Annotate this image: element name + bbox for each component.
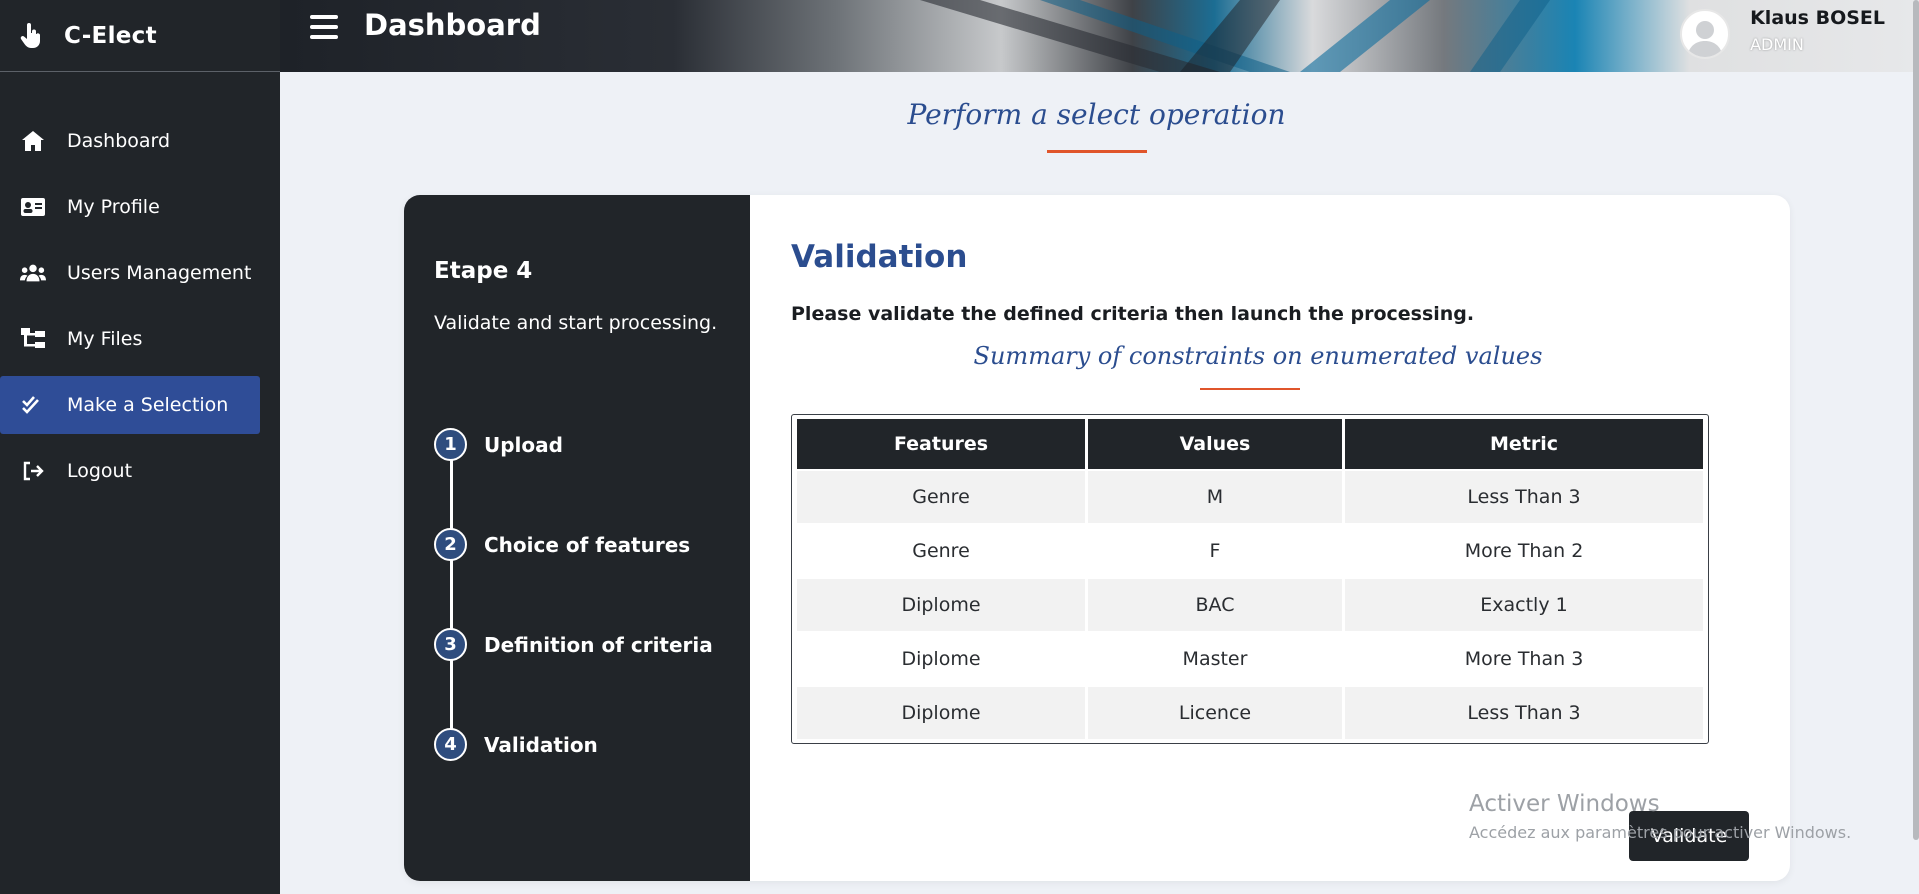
cell-feature: Genre	[797, 525, 1085, 577]
table-row: Genre F More Than 2	[797, 525, 1703, 577]
topbar: Dashboard Klaus BOSEL ADMIN	[280, 0, 1919, 72]
user-name: Klaus BOSEL	[1750, 7, 1885, 29]
id-card-icon	[20, 194, 46, 220]
sidebar-item-my-profile[interactable]: My Profile	[0, 178, 260, 236]
section-title: Validation	[791, 239, 968, 275]
heading-underline	[1047, 150, 1147, 153]
sidebar: C-Elect Dashboard My Profile Users Manag…	[0, 0, 280, 894]
column-header-features: Features	[797, 419, 1085, 469]
step-choice-of-features: 2 Choice of features	[434, 528, 690, 561]
cell-metric: Less Than 3	[1345, 687, 1703, 739]
validation-panel: Validation Please validate the defined c…	[750, 195, 1790, 881]
step-number: 1	[434, 428, 467, 461]
cell-metric: More Than 3	[1345, 633, 1703, 685]
constraints-table: Features Values Metric Genre M Less Than…	[791, 414, 1709, 744]
step-label: Definition of criteria	[484, 632, 713, 657]
wizard-card: Etape 4 Validate and start processing. 1…	[404, 195, 1790, 881]
step-description: Validate and start processing.	[434, 312, 718, 334]
table-header-row: Features Values Metric	[797, 419, 1703, 469]
sidebar-item-users-management[interactable]: Users Management	[0, 244, 260, 302]
cell-feature: Diplome	[797, 633, 1085, 685]
sidebar-item-my-files[interactable]: My Files	[0, 310, 260, 368]
sidebar-item-label: Logout	[67, 460, 133, 482]
step-label: Upload	[484, 432, 563, 457]
validate-button[interactable]: Validate	[1629, 811, 1749, 861]
users-icon	[20, 260, 46, 286]
step-number: 3	[434, 628, 467, 661]
sidebar-item-logout[interactable]: Logout	[0, 442, 260, 500]
cell-value: BAC	[1088, 579, 1342, 631]
steps-connector	[450, 445, 453, 745]
sitemap-icon	[20, 326, 46, 352]
steps-panel: Etape 4 Validate and start processing. 1…	[404, 195, 750, 881]
sidebar-item-dashboard[interactable]: Dashboard	[0, 112, 260, 170]
cell-feature: Diplome	[797, 579, 1085, 631]
user-role: ADMIN	[1750, 35, 1804, 54]
sidebar-item-label: Users Management	[67, 262, 252, 284]
step-definition-of-criteria: 3 Definition of criteria	[434, 628, 713, 661]
hamburger-menu-icon[interactable]	[308, 12, 340, 42]
operation-heading: Perform a select operation	[907, 98, 1286, 131]
cell-metric: Exactly 1	[1345, 579, 1703, 631]
sign-out-icon	[20, 458, 46, 484]
summary-underline	[1200, 388, 1300, 390]
table-row: Diplome BAC Exactly 1	[797, 579, 1703, 631]
scrollbar[interactable]	[1913, 0, 1919, 840]
hand-pointer-icon	[18, 22, 44, 49]
sidebar-item-label: My Files	[67, 328, 143, 350]
table-row: Genre M Less Than 3	[797, 471, 1703, 523]
step-indicator: Etape 4	[434, 258, 533, 284]
step-number: 4	[434, 728, 467, 761]
step-label: Validation	[484, 732, 598, 757]
cell-feature: Genre	[797, 471, 1085, 523]
column-header-metric: Metric	[1345, 419, 1703, 469]
step-validation: 4 Validation	[434, 728, 598, 761]
column-header-values: Values	[1088, 419, 1342, 469]
cell-value: Master	[1088, 633, 1342, 685]
check-double-icon	[20, 392, 46, 418]
step-label: Choice of features	[484, 532, 691, 557]
step-number: 2	[434, 528, 467, 561]
cell-value: Licence	[1088, 687, 1342, 739]
sidebar-item-label: Dashboard	[67, 130, 171, 152]
app-name: C-Elect	[64, 22, 157, 49]
sidebar-item-label: My Profile	[67, 196, 160, 218]
step-upload: 1 Upload	[434, 428, 563, 461]
table-row: Diplome Master More Than 3	[797, 633, 1703, 685]
home-icon	[20, 128, 46, 154]
sidebar-item-label: Make a Selection	[67, 394, 229, 416]
avatar	[1680, 9, 1731, 59]
cell-metric: Less Than 3	[1345, 471, 1703, 523]
cell-feature: Diplome	[797, 687, 1085, 739]
sidebar-nav: Dashboard My Profile Users Management My…	[0, 112, 280, 500]
section-description: Please validate the defined criteria the…	[791, 303, 1475, 325]
sidebar-item-make-a-selection[interactable]: Make a Selection	[0, 376, 260, 434]
cell-value: F	[1088, 525, 1342, 577]
page-title: Dashboard	[364, 8, 541, 42]
cell-metric: More Than 2	[1345, 525, 1703, 577]
table-row: Diplome Licence Less Than 3	[797, 687, 1703, 739]
user-menu[interactable]: Klaus BOSEL ADMIN	[1680, 0, 1885, 72]
cell-value: M	[1088, 471, 1342, 523]
summary-title: Summary of constraints on enumerated val…	[973, 342, 1543, 370]
brand[interactable]: C-Elect	[0, 0, 280, 72]
